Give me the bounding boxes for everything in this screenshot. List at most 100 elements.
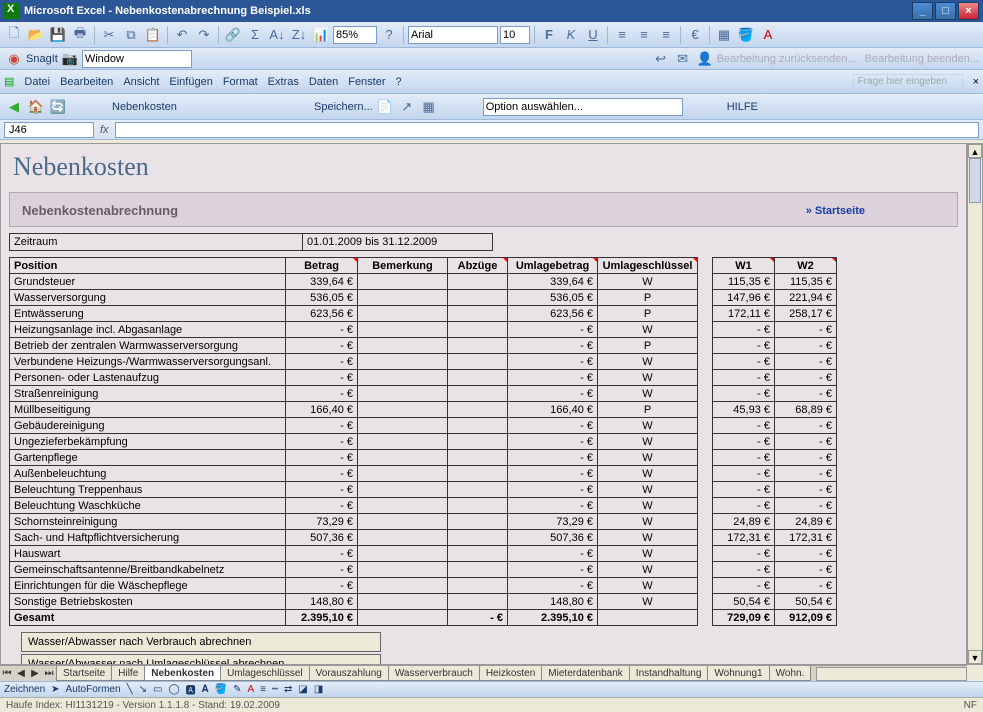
cell-w2[interactable]: - € <box>775 482 837 498</box>
cell-position[interactable]: Gebäudereinigung <box>10 418 286 434</box>
cell-w2[interactable]: - € <box>775 434 837 450</box>
cell-umlagebetrag[interactable]: 536,05 € <box>508 290 598 306</box>
cell-betrag[interactable]: - € <box>286 482 358 498</box>
cell-position[interactable]: Wasserversorgung <box>10 290 286 306</box>
cell-w2[interactable]: 221,94 € <box>775 290 837 306</box>
linecolor-icon[interactable]: ✎ <box>233 684 241 695</box>
cell-betrag[interactable]: 339,64 € <box>286 274 358 290</box>
cell-w2[interactable]: - € <box>775 370 837 386</box>
cell-position[interactable]: Entwässerung <box>10 306 286 322</box>
cell-betrag[interactable]: 507,36 € <box>286 530 358 546</box>
underline-icon[interactable]: U <box>583 25 603 45</box>
sheet-tab-hilfe[interactable]: Hilfe <box>111 666 145 681</box>
cell-bemerkung[interactable] <box>358 546 448 562</box>
cell-bemerkung[interactable] <box>358 370 448 386</box>
cell-abzuege[interactable] <box>448 290 508 306</box>
dashes-icon[interactable]: ┅ <box>272 684 278 695</box>
arrow-icon[interactable]: ↘ <box>139 684 147 695</box>
italic-icon[interactable]: K <box>561 25 581 45</box>
menu-edit[interactable]: Bearbeiten <box>60 76 113 88</box>
cell-bemerkung[interactable] <box>358 338 448 354</box>
table-row[interactable]: Gartenpflege- €- €W <box>10 450 698 466</box>
new-icon[interactable]: 🗋 <box>4 25 24 45</box>
cell-umlagebetrag[interactable]: - € <box>508 498 598 514</box>
cell-w2[interactable]: - € <box>775 498 837 514</box>
cell-betrag[interactable]: - € <box>286 466 358 482</box>
table-row[interactable]: Müllbeseitigung166,40 €166,40 €P <box>10 402 698 418</box>
sheet-tab-wohnung1[interactable]: Wohnung1 <box>707 666 769 681</box>
textbox-icon[interactable]: 🅰 <box>186 682 196 697</box>
cell-umlageschluessel[interactable]: P <box>598 290 698 306</box>
table-row[interactable]: Grundsteuer339,64 €339,64 €W <box>10 274 698 290</box>
sort-asc-icon[interactable]: A↓ <box>267 25 287 45</box>
snagit-capture-icon[interactable]: 📷 <box>60 49 80 69</box>
export-icon[interactable]: ↗ <box>397 97 417 117</box>
table-row[interactable]: Schornsteinreinigung73,29 €73,29 €W <box>10 514 698 530</box>
undo-icon[interactable]: ↶ <box>172 25 192 45</box>
side-row[interactable]: - €- € <box>713 338 837 354</box>
cell-umlageschluessel[interactable]: P <box>598 402 698 418</box>
zeitraum-value[interactable]: 01.01.2009 bis 31.12.2009 <box>303 233 493 251</box>
cell-umlageschluessel[interactable]: W <box>598 578 698 594</box>
table-row[interactable]: Außenbeleuchtung- €- €W <box>10 466 698 482</box>
table-row[interactable]: Betrieb der zentralen Warmwasserversorgu… <box>10 338 698 354</box>
cell-umlagebetrag[interactable]: 73,29 € <box>508 514 598 530</box>
cell-w1[interactable]: - € <box>713 418 775 434</box>
cell-w2[interactable]: - € <box>775 546 837 562</box>
maximize-button[interactable]: □ <box>935 2 956 20</box>
review-mail-icon[interactable]: ✉ <box>673 49 693 69</box>
threed-icon[interactable]: ◨ <box>314 684 323 695</box>
fx-icon[interactable]: fx <box>100 124 109 136</box>
sheet-tab-wohn.[interactable]: Wohn. <box>769 666 812 681</box>
cell-abzuege[interactable] <box>448 418 508 434</box>
cell-umlageschluessel[interactable]: W <box>598 370 698 386</box>
cell-abzuege[interactable] <box>448 386 508 402</box>
cell-bemerkung[interactable] <box>358 594 448 610</box>
cell-umlagebetrag[interactable]: 166,40 € <box>508 402 598 418</box>
cell-umlageschluessel[interactable]: W <box>598 562 698 578</box>
cell-betrag[interactable]: - € <box>286 322 358 338</box>
side-row[interactable]: - €- € <box>713 434 837 450</box>
scroll-up-icon[interactable]: ▲ <box>968 144 982 158</box>
cell-w2[interactable]: 258,17 € <box>775 306 837 322</box>
table-row[interactable]: Beleuchtung Treppenhaus- €- €W <box>10 482 698 498</box>
table-row[interactable]: Hauswart- €- €W <box>10 546 698 562</box>
cell-w1[interactable]: 115,35 € <box>713 274 775 290</box>
cell-w1[interactable]: - € <box>713 434 775 450</box>
side-row[interactable]: 172,31 €172,31 € <box>713 530 837 546</box>
cell-position[interactable]: Heizungsanlage incl. Abgasanlage <box>10 322 286 338</box>
worksheet-area[interactable]: Nebenkosten Nebenkostenabrechnung » Star… <box>0 143 967 665</box>
side-row[interactable]: - €- € <box>713 466 837 482</box>
cell-w2[interactable]: - € <box>775 322 837 338</box>
btn-wasser-verbrauch[interactable]: Wasser/Abwasser nach Verbrauch abrechnen <box>21 632 381 652</box>
print-icon[interactable]: 🖶 <box>70 25 90 45</box>
lineweight-icon[interactable]: ≡ <box>260 684 266 695</box>
side-row[interactable]: - €- € <box>713 450 837 466</box>
table-row[interactable]: Einrichtungen für die Wäschepflege- €- €… <box>10 578 698 594</box>
cell-position[interactable]: Personen- oder Lastenaufzug <box>10 370 286 386</box>
cell-abzuege[interactable] <box>448 482 508 498</box>
cell-umlagebetrag[interactable]: - € <box>508 418 598 434</box>
cell-w2[interactable]: - € <box>775 562 837 578</box>
autosum-icon[interactable]: Σ <box>245 25 265 45</box>
cell-umlagebetrag[interactable]: - € <box>508 450 598 466</box>
cell-position[interactable]: Beleuchtung Waschküche <box>10 498 286 514</box>
home-link[interactable]: » Startseite <box>806 205 865 217</box>
side-row[interactable]: - €- € <box>713 354 837 370</box>
cell-abzuege[interactable] <box>448 434 508 450</box>
table-row[interactable]: Entwässerung623,56 €623,56 €P <box>10 306 698 322</box>
cell-umlagebetrag[interactable]: - € <box>508 562 598 578</box>
help-icon[interactable]: ? <box>379 25 399 45</box>
cell-bemerkung[interactable] <box>358 418 448 434</box>
side-row[interactable]: 45,93 €68,89 € <box>713 402 837 418</box>
cell-w1[interactable]: 172,31 € <box>713 530 775 546</box>
tab-nav-prev-icon[interactable]: ◀ <box>14 668 28 679</box>
table-row[interactable]: Straßenreinigung- €- €W <box>10 386 698 402</box>
cell-w1[interactable]: - € <box>713 322 775 338</box>
name-box[interactable] <box>4 122 94 138</box>
cell-bemerkung[interactable] <box>358 434 448 450</box>
cell-betrag[interactable]: - € <box>286 434 358 450</box>
cell-bemerkung[interactable] <box>358 514 448 530</box>
doc-icon[interactable]: 📄 <box>375 97 395 117</box>
menu-insert[interactable]: Einfügen <box>169 76 212 88</box>
